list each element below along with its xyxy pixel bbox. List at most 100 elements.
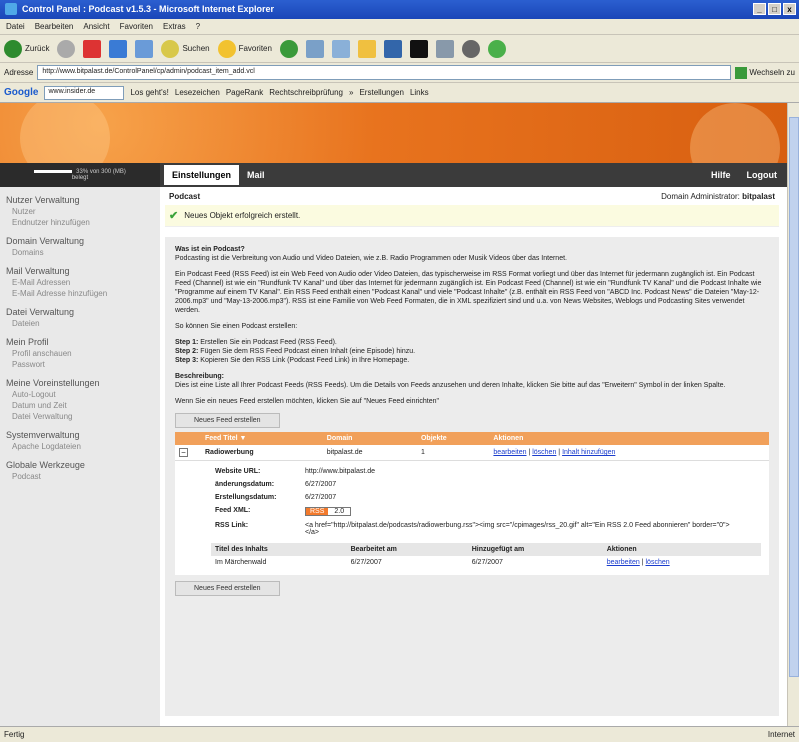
page-header: Podcast Domain Administrator: bitpalast	[165, 187, 779, 205]
delete-item-link[interactable]: löschen	[646, 559, 670, 566]
app-header-banner	[0, 103, 787, 163]
favorites-button[interactable]: Favoriten	[217, 39, 272, 58]
messenger-icon[interactable]	[461, 39, 480, 58]
status-text: Fertig	[4, 730, 25, 739]
tab-mail[interactable]: Mail	[239, 165, 273, 185]
sidebar-item[interactable]: E-Mail Adressen	[6, 278, 154, 287]
admin-info: Domain Administrator: bitpalast	[661, 192, 775, 201]
sidebar-item[interactable]: Domains	[6, 248, 154, 257]
window-titlebar: Control Panel : Podcast v1.5.3 - Microso…	[0, 0, 799, 19]
sidebar-item[interactable]: Profil anschauen	[6, 349, 154, 358]
what-text: Podcasting ist die Verbreitung von Audio…	[175, 255, 567, 262]
sidebar-item[interactable]: Datei Verwaltung	[6, 412, 154, 421]
menu-extras[interactable]: Extras	[163, 22, 186, 31]
new-feed-hint: Wenn Sie ein neues Feed erstellen möchte…	[175, 398, 439, 405]
edit-feed-link[interactable]: bearbeiten	[493, 449, 526, 456]
changed-value: 6/27/2007	[305, 481, 337, 488]
google-pagerank[interactable]: PageRank	[226, 88, 263, 97]
back-button[interactable]: Zurück	[4, 39, 49, 58]
address-input[interactable]: http://www.bitpalast.de/ControlPanel/cp/…	[37, 65, 732, 80]
new-feed-button[interactable]: Neues Feed erstellen	[175, 413, 280, 428]
status-bar: Fertig Internet	[0, 726, 799, 742]
sidebar-item[interactable]: Auto-Logout	[6, 390, 154, 399]
google-extensions-button[interactable]: Erstellungen	[359, 88, 403, 97]
menu-help[interactable]: ?	[196, 22, 200, 31]
bottom-button-wrap: Neues Feed erstellen	[175, 581, 769, 596]
rss-link-label: RSS Link:	[215, 522, 249, 529]
column-domain: Domain	[322, 432, 417, 445]
window-title: Control Panel : Podcast v1.5.3 - Microso…	[22, 4, 275, 14]
sidebar-group-title[interactable]: Datei Verwaltung	[6, 307, 154, 317]
podcast-panel: Was ist ein Podcast? Podcasting ist die …	[165, 237, 779, 716]
sidebar-group-title[interactable]: Systemverwaltung	[6, 430, 154, 440]
sidebar-item[interactable]: Dateien	[6, 319, 154, 328]
tab-einstellungen[interactable]: Einstellungen	[164, 165, 240, 185]
rss-link-code: <a href="http://bitpalast.de/podcasts/ra…	[305, 522, 730, 536]
menu-favoriten[interactable]: Favoriten	[120, 22, 153, 31]
delete-feed-link[interactable]: löschen	[532, 449, 556, 456]
new-feed-button-bottom[interactable]: Neues Feed erstellen	[175, 581, 280, 596]
feed-xml-label: Feed XML:	[215, 507, 251, 514]
add-item-link[interactable]: Inhalt hinzufügen	[562, 449, 615, 456]
sidebar-item[interactable]: Nutzer	[6, 207, 154, 216]
sidebar-item-podcast[interactable]: Podcast	[6, 472, 154, 481]
logout-link[interactable]: Logout	[747, 170, 778, 180]
google-more-button[interactable]: »	[349, 88, 353, 97]
edit-item-link[interactable]: bearbeiten	[607, 559, 640, 566]
folder-icon[interactable]	[357, 39, 376, 58]
search-button[interactable]: Suchen	[161, 39, 210, 58]
plugin-icon[interactable]	[487, 39, 506, 58]
main-content: Podcast Domain Administrator: bitpalast …	[165, 187, 779, 726]
menu-ansicht[interactable]: Ansicht	[83, 22, 109, 31]
what-title: Was ist ein Podcast?	[175, 246, 245, 253]
expand-cell: −	[175, 445, 201, 461]
sidebar-group-title[interactable]: Domain Verwaltung	[6, 236, 154, 246]
mail-icon[interactable]	[305, 39, 324, 58]
sidebar-group-title[interactable]: Globale Werkzeuge	[6, 460, 154, 470]
steps-list: Step 1: Erstellen Sie ein Podcast Feed (…	[175, 338, 769, 365]
google-links-button[interactable]: Links	[410, 88, 429, 97]
sidebar-group-title[interactable]: Meine Voreinstellungen	[6, 378, 154, 388]
print-icon[interactable]	[331, 39, 350, 58]
column-feed-title[interactable]: Feed Titel ▼	[201, 432, 323, 445]
scrollbar-thumb[interactable]	[789, 117, 799, 677]
media-icon[interactable]	[435, 39, 454, 58]
history-icon[interactable]	[279, 39, 298, 58]
minimize-button[interactable]: _	[753, 3, 766, 15]
google-spellcheck-button[interactable]: Rechtschreibprüfung	[269, 88, 343, 97]
home-icon[interactable]	[135, 39, 154, 58]
forward-arrow-icon[interactable]	[57, 39, 76, 58]
rss-feed-badge[interactable]: RSS 2.0	[305, 507, 352, 516]
stop-icon[interactable]	[83, 39, 102, 58]
google-bookmarks-button[interactable]: Lesezeichen	[175, 88, 220, 97]
maximize-button[interactable]: □	[768, 3, 781, 15]
vertical-scrollbar[interactable]	[787, 103, 799, 726]
menubar: Datei Bearbeiten Ansicht Favoriten Extra…	[0, 19, 799, 35]
sidebar-group-title[interactable]: Nutzer Verwaltung	[6, 195, 154, 205]
item-actions: bearbeiten | löschen	[606, 559, 670, 566]
sidebar-item[interactable]: Passwort	[6, 360, 154, 369]
h-icon[interactable]	[409, 39, 428, 58]
google-search-input[interactable]: www.insider.de	[44, 85, 125, 100]
menu-datei[interactable]: Datei	[6, 22, 25, 31]
go-button[interactable]: Wechseln zu	[735, 66, 795, 79]
help-link[interactable]: Hilfe	[711, 170, 731, 180]
sidebar-group-title[interactable]: Mein Profil	[6, 337, 154, 347]
refresh-icon[interactable]	[109, 39, 128, 58]
expand-column-header	[175, 432, 201, 445]
discuss-icon[interactable]	[383, 39, 402, 58]
collapse-toggle-icon[interactable]: −	[179, 448, 188, 457]
sidebar-item[interactable]: Endnutzer hinzufügen	[6, 218, 154, 227]
google-toolbar: Google www.insider.de Los geht's! Leseze…	[0, 83, 799, 103]
sidebar-item[interactable]: Datum und Zeit	[6, 401, 154, 410]
sidebar-item[interactable]: Apache Logdateien	[6, 442, 154, 451]
table-row: − Radiowerbung bitpalast.de 1 bearbeiten…	[175, 445, 769, 461]
menu-bearbeiten[interactable]: Bearbeiten	[35, 22, 74, 31]
feed-objects: 1	[416, 445, 490, 461]
table-row: Im Märchenwald 6/27/2007 6/27/2007 bearb…	[211, 556, 761, 569]
google-go-button[interactable]: Los geht's!	[130, 88, 168, 97]
star-icon	[217, 39, 236, 58]
sidebar-item[interactable]: E-Mail Adresse hinzufügen	[6, 289, 154, 298]
sidebar-group-title[interactable]: Mail Verwaltung	[6, 266, 154, 276]
close-button[interactable]: x	[783, 3, 796, 15]
